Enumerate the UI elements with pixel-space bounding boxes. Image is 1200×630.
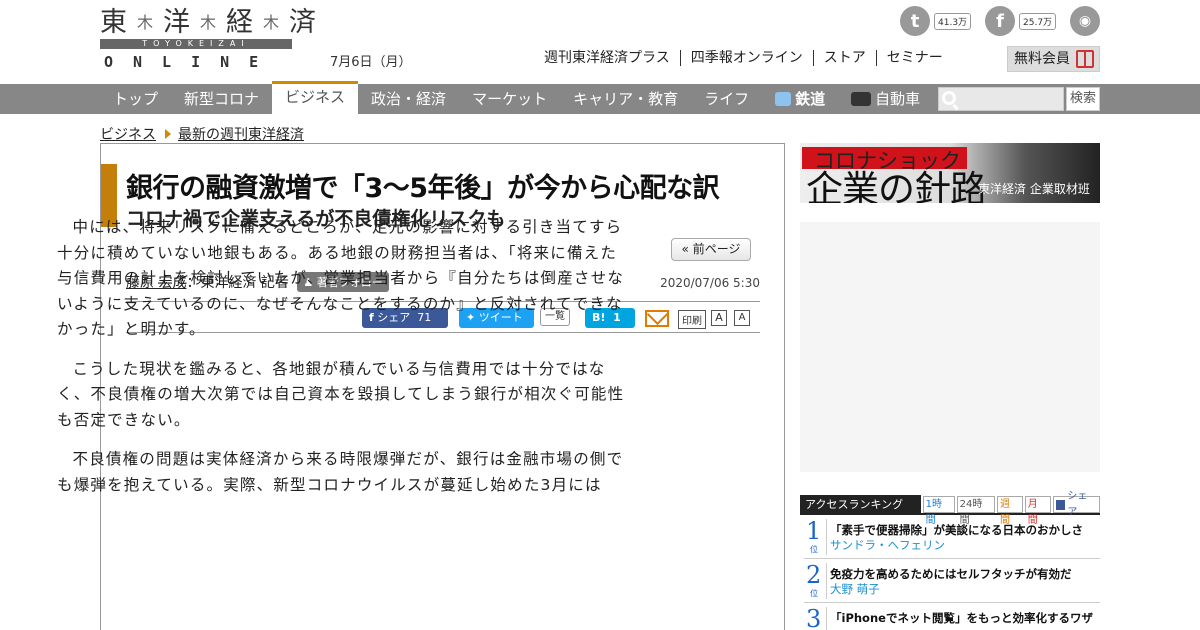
breadcrumb-business[interactable]: ビジネス <box>100 124 156 144</box>
nav-politics-economy[interactable]: 政治・経済 <box>358 84 459 114</box>
article-paragraph: 不良債権の問題は実体経済から来る時限爆弾だが、銀行は金融市場の側でも爆弾を抱えて… <box>57 450 624 494</box>
publish-date: 2020/07/06 5:30 <box>660 276 760 290</box>
logo-kanji-4: 済 <box>289 7 319 38</box>
search-button[interactable]: 検索 <box>1066 87 1100 111</box>
main-nav: トップ 新型コロナ ビジネス 政治・経済 マーケット キャリア・教育 ライフ 鉄… <box>0 81 1200 114</box>
rss-icon: ◉ <box>1070 6 1100 36</box>
ranking-tab-24hours[interactable]: 24時間 <box>956 496 995 526</box>
article-paragraph: こうした現状を鑑みると、各地銀が積んでいる与信費用では十分ではなく、不良債権の増… <box>57 359 625 429</box>
logo-figure-icon: ⽊ <box>137 13 156 32</box>
twitter-icon: t <box>900 6 930 36</box>
facebook-icon <box>1055 499 1066 510</box>
nav-market[interactable]: マーケット <box>459 84 560 114</box>
nav-business[interactable]: ビジネス <box>272 81 359 114</box>
train-icon <box>775 92 792 106</box>
link-weekly-plus[interactable]: 週刊東洋経済プラス <box>544 50 681 66</box>
nav-railway[interactable]: 鉄道 <box>762 84 838 114</box>
nav-railway-label: 鉄道 <box>795 90 826 108</box>
site-header: 東⽊ 洋⽊ 経⽊ 済 TOYOKEIZAI ONLINE 7月6日（月） 週刊東… <box>0 0 1200 84</box>
banner-title: 企業の針路 <box>806 168 987 203</box>
print-button[interactable]: 印刷 <box>678 310 706 329</box>
nav-corona[interactable]: 新型コロナ <box>171 84 272 114</box>
site-logo[interactable]: 東⽊ 洋⽊ 経⽊ 済 TOYOKEIZAI ONLINE <box>100 7 316 71</box>
access-ranking: アクセスランキング 1時間 24時間 週間 月間 シェア 1 位 「素手で便器掃… <box>800 491 1100 630</box>
ranking-unit: 位 <box>810 589 818 598</box>
ranking-author[interactable]: 大野 萌子 <box>830 581 880 597</box>
logo-figure-icon: ⽊ <box>200 13 219 32</box>
logo-subtext: TOYOKEIZAI <box>100 39 292 49</box>
ranking-tab-1hour[interactable]: 1時間 <box>922 496 955 526</box>
breadcrumb-weekly[interactable]: 最新の週刊東洋経済 <box>178 124 304 144</box>
ranking-tab-share[interactable]: シェア <box>1052 491 1100 518</box>
ranking-heading: アクセスランキング <box>800 495 921 513</box>
ranking-tab-weekly[interactable]: 週間 <box>997 496 1023 526</box>
font-size-large-button[interactable]: A <box>734 310 750 326</box>
free-member-button[interactable]: 無料会員 <box>1007 46 1100 72</box>
facebook-icon: f <box>985 6 1015 36</box>
nav-life[interactable]: ライフ <box>691 84 762 114</box>
article-body: 中には、将来リスクに備えるどころか、足元の影響に対する引き当てすら十分に積めてい… <box>57 215 625 512</box>
corona-shock-banner[interactable]: コロナショック 企業の針路 東洋経済 企業取材班 <box>800 143 1100 203</box>
ranking-title[interactable]: 免疫力を高めるためにはセルフタッチが有効だ <box>830 566 1072 582</box>
nav-career-education[interactable]: キャリア・教育 <box>560 84 691 114</box>
link-store[interactable]: ストア <box>814 50 877 66</box>
ranking-item[interactable]: 3 「iPhoneでネット閲覧」をもっと効率化するワザ <box>804 603 1100 630</box>
nav-automobile-label: 自動車 <box>875 90 921 108</box>
ranking-author[interactable]: サンドラ・ヘフェリン <box>830 537 945 553</box>
rss-link[interactable]: ◉ <box>1070 6 1100 36</box>
ranking-number: 2 <box>806 561 822 589</box>
link-seminar[interactable]: セミナー <box>877 50 953 66</box>
banner-credit: 東洋経済 企業取材班 <box>978 182 1090 196</box>
facebook-follow[interactable]: f 25.7万 <box>985 6 1057 36</box>
ranking-tab-monthly[interactable]: 月間 <box>1024 496 1051 526</box>
facebook-count: 25.7万 <box>1019 12 1057 30</box>
ranking-title[interactable]: 「iPhoneでネット閲覧」をもっと効率化するワザ <box>830 610 1093 626</box>
prev-page-button[interactable]: « 前ページ <box>671 238 751 261</box>
logo-figure-icon: ⽊ <box>263 13 282 32</box>
ranking-divider <box>826 519 827 555</box>
nav-top[interactable]: トップ <box>100 84 171 114</box>
ranking-unit: 位 <box>810 545 818 554</box>
font-size-small-button[interactable]: A <box>711 310 727 326</box>
ranking-divider <box>826 563 827 599</box>
car-icon <box>851 92 872 106</box>
logo-online: ONLINE <box>104 53 279 71</box>
ranking-title[interactable]: 「素手で便器掃除」が美談になる日本のおかしさ <box>830 522 1083 538</box>
ranking-item[interactable]: 1 位 「素手で便器掃除」が美談になる日本のおかしさ サンドラ・ヘフェリン <box>804 515 1100 559</box>
search-icon <box>942 91 956 105</box>
current-date: 7月6日（月） <box>330 55 412 70</box>
gift-icon <box>1076 50 1094 68</box>
ranking-number: 3 <box>806 605 822 630</box>
article-paragraph: 中には、将来リスクに備えるどころか、足元の影響に対する引き当てすら十分に積めてい… <box>57 218 625 338</box>
breadcrumb: ビジネス 最新の週刊東洋経済 <box>100 124 304 144</box>
logo-kanji-2: 洋 <box>163 7 193 38</box>
ranking-item[interactable]: 2 位 免疫力を高めるためにはセルフタッチが有効だ 大野 萌子 <box>804 559 1100 603</box>
breadcrumb-arrow-icon <box>165 129 171 139</box>
twitter-follow[interactable]: t 41.3万 <box>900 6 972 36</box>
logo-kanji-1: 東 <box>100 7 129 38</box>
top-links: 週刊東洋経済プラス 四季報オンライン ストア セミナー <box>544 50 953 66</box>
nav-automobile[interactable]: 自動車 <box>838 84 933 114</box>
ranking-divider <box>826 607 827 630</box>
free-member-label: 無料会員 <box>1014 51 1070 67</box>
ad-slot <box>800 222 1100 472</box>
mail-share-icon[interactable] <box>645 310 669 327</box>
link-shikiho[interactable]: 四季報オンライン <box>681 50 814 66</box>
ranking-number: 1 <box>806 517 822 545</box>
logo-kanji-3: 経 <box>226 7 256 38</box>
article-title: 銀行の融資激増で「3～5年後」が今から心配な訳 <box>126 173 720 204</box>
twitter-count: 41.3万 <box>934 12 972 30</box>
